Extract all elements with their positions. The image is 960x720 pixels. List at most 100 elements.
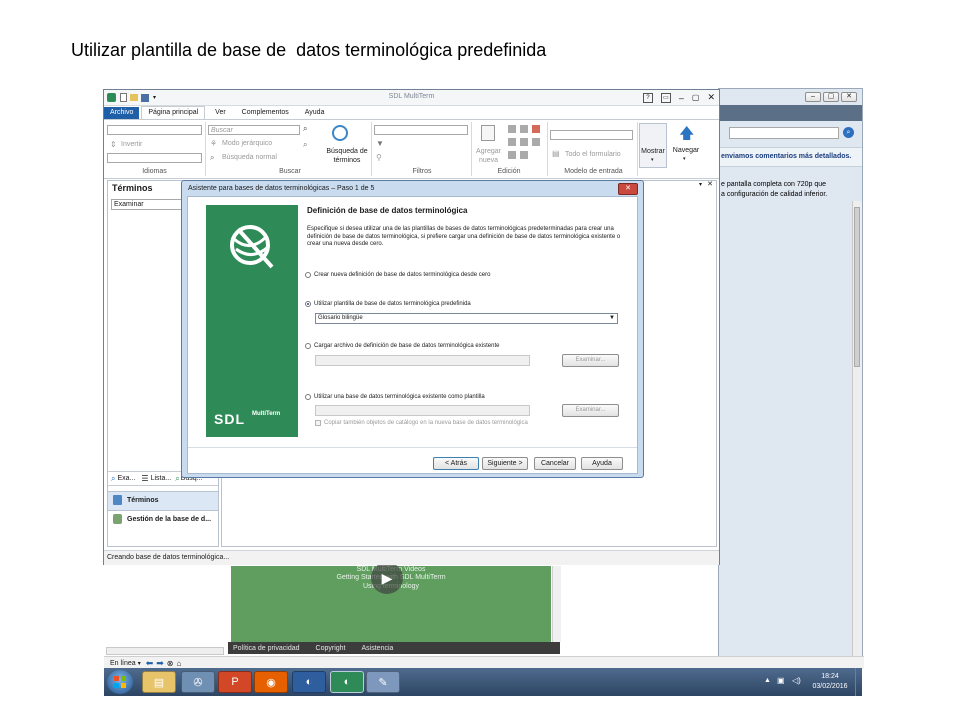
footer-link-copyright[interactable]: Copyright xyxy=(316,645,346,652)
binoculars-icon[interactable]: ⌕ xyxy=(303,124,307,134)
show-desktop-button[interactable] xyxy=(855,668,863,696)
online-dropdown-icon[interactable]: ▾ xyxy=(138,660,141,667)
tab-ayuda[interactable]: Ayuda xyxy=(299,107,331,119)
nav-item-db-management[interactable]: Gestión de la base de d... xyxy=(108,511,218,529)
browser-scrollbar[interactable] xyxy=(852,201,862,665)
copy-catalog-checkbox[interactable] xyxy=(315,420,321,426)
restore-ribbon-icon[interactable]: ▭ xyxy=(660,92,671,103)
play-icon[interactable]: ▶ xyxy=(371,562,403,594)
forward-arrow-icon[interactable]: ➡ xyxy=(156,658,164,669)
add-new-icon[interactable] xyxy=(481,125,495,141)
add-label-1[interactable]: Agregar xyxy=(472,148,505,155)
multiterm-taskbar-icon[interactable]: ◐ xyxy=(330,671,364,693)
search-input[interactable]: Buscar xyxy=(208,125,300,135)
template-select[interactable]: Glosario bilingüe ▼ xyxy=(315,313,618,324)
browse-db-button[interactable]: Examinar... xyxy=(562,404,619,417)
search-icon[interactable]: ⌕ xyxy=(843,127,854,138)
next-button[interactable]: Siguiente > xyxy=(482,457,528,470)
all-form-label[interactable]: Todo el formulario xyxy=(565,151,621,158)
sdl-studio-taskbar-icon[interactable]: ◐ xyxy=(292,671,326,693)
source-language-select[interactable] xyxy=(107,125,202,135)
firefox-taskbar-icon[interactable]: ◉ xyxy=(254,671,288,693)
home-icon[interactable]: ⌂ xyxy=(177,659,182,668)
volume-icon[interactable]: ◁) xyxy=(792,676,801,685)
tab-pagina-principal[interactable]: Página principal xyxy=(141,106,206,119)
radio-use-template[interactable] xyxy=(305,301,311,307)
browser-search-input[interactable] xyxy=(729,127,839,139)
copy-catalog-option[interactable]: Copiar también objetos de catálogo en la… xyxy=(315,420,528,426)
slide-title: Utilizar plantilla de base de datos term… xyxy=(71,40,547,60)
wizard-close-button[interactable]: ✕ xyxy=(618,183,638,195)
browse-file-button[interactable]: Examinar... xyxy=(562,354,619,367)
invert-label[interactable]: Invertir xyxy=(121,141,142,148)
definition-file-input[interactable] xyxy=(315,355,530,366)
option-use-existing[interactable]: Utilizar una base de datos terminológica… xyxy=(305,394,485,400)
show-button[interactable]: Mostrar ▾ xyxy=(639,123,667,168)
tab-complementos[interactable]: Complementos xyxy=(236,107,295,119)
footer-link-privacy[interactable]: Política de privacidad xyxy=(233,645,300,652)
normal-search-label[interactable]: Búsqueda normal xyxy=(222,154,277,161)
stop-icon[interactable]: ⊗ xyxy=(167,659,174,668)
powerpoint-taskbar-icon[interactable]: P xyxy=(218,671,252,693)
edit-tools-icon[interactable] xyxy=(508,125,542,161)
tab-archivo[interactable]: Archivo xyxy=(104,106,140,119)
tray-expand-icon[interactable]: ▲ xyxy=(764,677,771,684)
minimize-icon[interactable]: – xyxy=(679,93,684,103)
paint-taskbar-icon[interactable]: ✎ xyxy=(366,671,400,693)
list-tab-icon[interactable]: ☰ xyxy=(141,474,148,483)
pane-pin-icon[interactable]: ▾ xyxy=(699,181,702,188)
close-icon[interactable]: ✕ xyxy=(707,92,715,103)
fuzzy-search-icon[interactable]: ⌕ xyxy=(303,140,307,150)
option-use-template[interactable]: Utilizar plantilla de base de datos term… xyxy=(305,301,471,307)
back-arrow-icon[interactable]: ⬅ xyxy=(146,658,154,669)
navigate-label: Navegar xyxy=(672,147,700,154)
existing-db-input[interactable] xyxy=(315,405,530,416)
term-search-label-1[interactable]: Búsqueda de xyxy=(322,148,372,155)
horizontal-scrollbar[interactable] xyxy=(106,647,224,655)
tab-ver[interactable]: Ver xyxy=(209,107,232,119)
option-load-file-label: Cargar archivo de definición de base de … xyxy=(314,343,500,349)
close-button[interactable]: ✕ xyxy=(841,92,857,102)
navigate-button[interactable]: 🡅 Navegar ▾ xyxy=(670,123,702,168)
start-button[interactable] xyxy=(107,670,133,694)
tool-taskbar-icon[interactable]: ✇ xyxy=(181,671,215,693)
hierarchical-mode-label[interactable]: Modo jerárquico xyxy=(222,140,272,147)
filter-icon[interactable]: ▼ xyxy=(376,139,384,148)
option-create-new[interactable]: Crear nueva definición de base de datos … xyxy=(305,272,490,278)
option-load-file[interactable]: Cargar archivo de definición de base de … xyxy=(305,343,499,349)
invert-icon[interactable]: ⇕ xyxy=(110,140,117,149)
add-label-2[interactable]: nueva xyxy=(472,157,505,164)
browse-tab-icon[interactable]: ⌕ xyxy=(111,474,115,484)
filter-select[interactable] xyxy=(374,125,468,135)
maximize-icon[interactable]: ▢ xyxy=(692,93,700,102)
list-tab[interactable]: Lista... xyxy=(151,475,172,482)
explorer-taskbar-icon[interactable]: ▤ xyxy=(142,671,176,693)
footer-link-support[interactable]: Asistencia xyxy=(362,645,394,652)
help-button[interactable]: Ayuda xyxy=(581,457,623,470)
back-button[interactable]: < Atrás xyxy=(433,457,479,470)
minimize-button[interactable]: – xyxy=(805,92,821,102)
cancel-button[interactable]: Cancelar xyxy=(534,457,576,470)
radio-create-new[interactable] xyxy=(305,272,311,278)
clock-time[interactable]: 18:24 xyxy=(810,673,850,680)
maximize-button[interactable]: ▢ xyxy=(823,92,839,102)
target-language-select[interactable] xyxy=(107,153,202,163)
help-icon[interactable]: ? xyxy=(642,92,653,103)
page-scrollbar[interactable] xyxy=(552,566,561,642)
browse-tab[interactable]: Exa... xyxy=(117,475,135,482)
term-search-icon[interactable] xyxy=(332,125,348,141)
nav-item-terms[interactable]: Términos xyxy=(108,491,218,511)
left-panel-title: Términos xyxy=(112,183,153,193)
network-icon[interactable]: ▣ xyxy=(777,676,785,685)
video-panel[interactable]: SDL MultiTerm Videos Getting Started wit… xyxy=(231,562,551,642)
entry-model-select[interactable] xyxy=(550,130,633,140)
radio-load-file[interactable] xyxy=(305,343,311,349)
group-divider xyxy=(637,122,638,176)
search-tab-icon[interactable]: ⌕ xyxy=(175,474,179,484)
filter-options-icon[interactable]: ⚲ xyxy=(376,153,382,162)
radio-use-existing[interactable] xyxy=(305,394,311,400)
term-search-label-2[interactable]: términos xyxy=(322,157,372,164)
pane-close-icon[interactable]: ✕ xyxy=(707,180,713,188)
scrollbar-thumb[interactable] xyxy=(854,207,860,367)
clock-date[interactable]: 03/02/2016 xyxy=(810,683,850,690)
